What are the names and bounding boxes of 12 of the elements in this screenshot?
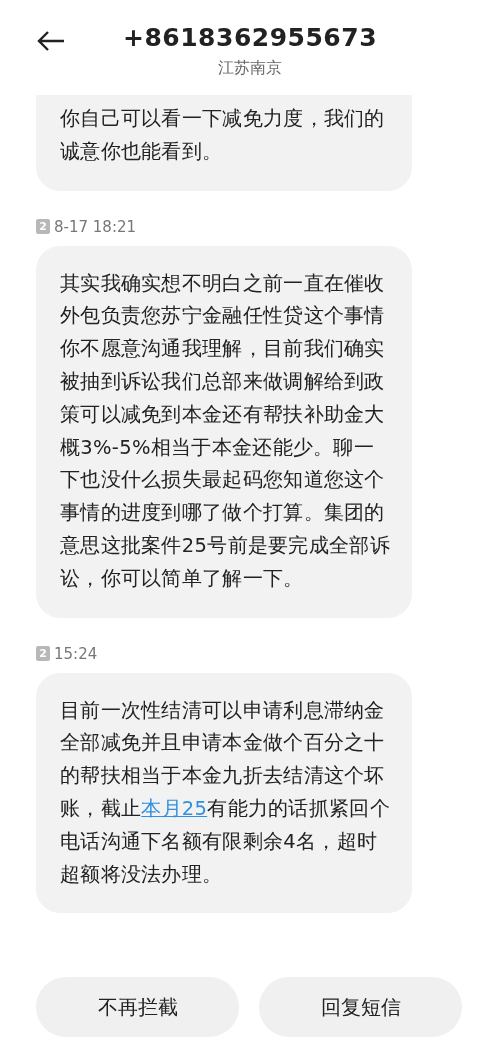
action-button[interactable]: 回复短信 [259,977,462,1037]
phone-number: +8618362955673 [122,22,378,54]
sim-icon: 2 [36,646,50,662]
message-text: 目前一次性结清可以申请利息滞纳金全部减免并且申请本金做个百分之十的帮扶相当于本金九折去结清这个坏账，截止本月25有能力的话抓紧回个电话沟通下名额有限剩余4名，超时超额将没法办理。 [60,697,390,888]
message-time: 8-17 18:21 [54,217,137,236]
message-time: 15:24 [54,644,98,663]
action-button[interactable]: 不再拦截 [36,977,239,1037]
message-text: 你自己可以看一下减免力度，我们的诚意你也能看到。 [60,106,386,165]
sim-icon: 2 [36,219,50,235]
back-icon[interactable] [36,30,66,52]
message-text: 其实我确实想不明白之前一直在催收外包负责您苏宁金融任性贷这个事情你不愿意沟通我理解，目前我们确实被抽到诉讼我们总部来做调解给到政策可以减免到本金还有帮扶补助金大概3%-5%相当于本金还能少。聊一下也没什么损失最起码您知道您这个事情的进度到哪了做个打算。集团的意思这批案件25号前是要完成全部诉讼，你可以简单了解一下。 [60,270,390,592]
location-label: 江苏南京 [218,57,282,79]
